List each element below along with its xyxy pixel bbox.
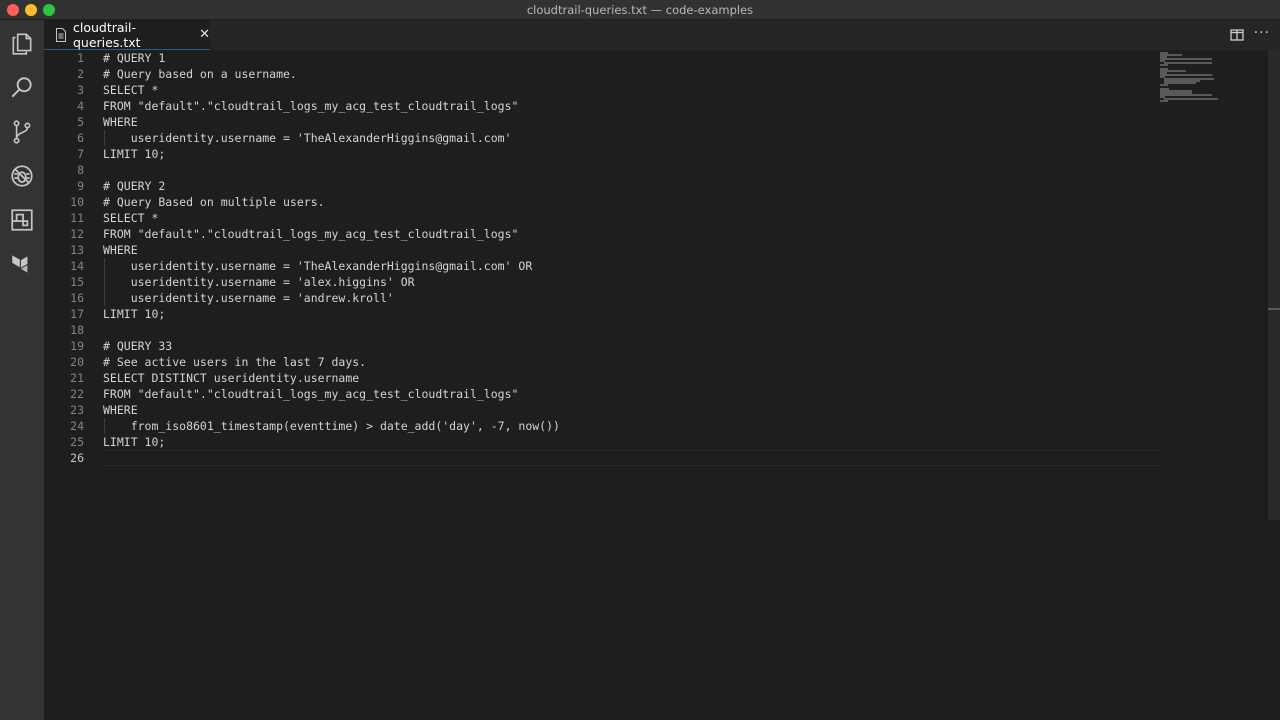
code-line[interactable]: LIMIT 10; <box>103 146 165 162</box>
line-number: 23 <box>70 403 84 417</box>
line-number: 5 <box>77 115 84 129</box>
code-line[interactable]: useridentity.username = 'TheAlexanderHig… <box>103 130 512 146</box>
source-control-icon[interactable] <box>8 118 36 146</box>
code-line[interactable]: SELECT DISTINCT useridentity.username <box>103 370 359 386</box>
code-line[interactable]: # QUERY 1 <box>103 50 165 66</box>
debug-icon[interactable] <box>8 162 36 190</box>
vertical-scrollbar[interactable] <box>1268 50 1280 520</box>
code-line[interactable]: useridentity.username = 'andrew.kroll' <box>103 290 394 306</box>
indent-guide <box>104 258 105 274</box>
title-bar: cloudtrail-queries.txt — code-examples <box>0 0 1280 20</box>
vscode-window: cloudtrail-queries.txt — code-examples c… <box>0 0 1280 720</box>
line-number: 19 <box>70 339 84 353</box>
indent-guide <box>104 130 105 146</box>
code-line[interactable]: LIMIT 10; <box>103 434 165 450</box>
line-number: 9 <box>77 179 84 193</box>
split-editor-icon[interactable] <box>1230 28 1244 42</box>
code-line[interactable]: FROM "default"."cloudtrail_logs_my_acg_t… <box>103 386 518 402</box>
line-number: 10 <box>70 195 84 209</box>
minimap[interactable] <box>1160 50 1266 150</box>
line-number: 25 <box>70 435 84 449</box>
line-number: 2 <box>77 67 84 81</box>
search-icon[interactable] <box>8 74 36 102</box>
code-line[interactable]: WHERE <box>103 114 138 130</box>
extensions-icon[interactable] <box>8 206 36 234</box>
code-line[interactable]: WHERE <box>103 242 138 258</box>
line-number: 26 <box>70 451 84 465</box>
code-line[interactable]: # Query based on a username. <box>103 66 297 82</box>
line-number: 24 <box>70 419 84 433</box>
tab-label: cloudtrail-queries.txt <box>73 19 141 50</box>
code-editor[interactable]: 1 2 3 4 5 6 7 8 9 10 11 12 13 14 15 16 17 18 19 20 21 22 23 24 2… <box>44 50 1280 720</box>
terraform-icon[interactable] <box>8 250 36 278</box>
scrollbar-position-marker <box>1268 308 1280 310</box>
line-number: 17 <box>70 307 84 321</box>
line-number: 1 <box>77 51 84 65</box>
line-number: 16 <box>70 291 84 305</box>
close-tab-icon[interactable]: ✕ <box>199 28 210 41</box>
code-line[interactable]: FROM "default"."cloudtrail_logs_my_acg_t… <box>103 98 518 114</box>
code-line[interactable]: useridentity.username = 'alex.higgins' O… <box>103 274 415 290</box>
indent-guide <box>104 274 105 290</box>
code-line[interactable]: useridentity.username = 'TheAlexanderHig… <box>103 258 533 274</box>
line-number: 22 <box>70 387 84 401</box>
code-line[interactable]: SELECT * <box>103 210 158 226</box>
more-actions-icon[interactable]: ··· <box>1254 25 1270 41</box>
code-line[interactable]: SELECT * <box>103 82 158 98</box>
code-line[interactable]: WHERE <box>103 402 138 418</box>
line-number: 20 <box>70 355 84 369</box>
line-number: 21 <box>70 371 84 385</box>
text-file-icon <box>55 27 67 42</box>
line-number: 18 <box>70 323 84 337</box>
line-number: 6 <box>77 131 84 145</box>
line-number: 7 <box>77 147 84 161</box>
indent-guide <box>104 418 105 434</box>
activity-bar <box>0 20 44 720</box>
code-line[interactable]: LIMIT 10; <box>103 306 165 322</box>
code-line[interactable]: # See active users in the last 7 days. <box>103 354 366 370</box>
tab-cloudtrail-queries[interactable]: cloudtrail-queries.txt ✕ <box>44 20 210 50</box>
line-number: 15 <box>70 275 84 289</box>
current-line-highlight <box>100 450 1160 466</box>
line-number: 3 <box>77 83 84 97</box>
explorer-icon[interactable] <box>8 30 36 58</box>
code-line[interactable]: # Query Based on multiple users. <box>103 194 325 210</box>
code-line[interactable]: FROM "default"."cloudtrail_logs_my_acg_t… <box>103 226 518 242</box>
line-number: 12 <box>70 227 84 241</box>
code-line[interactable]: from_iso8601_timestamp(eventtime) > date… <box>103 418 560 434</box>
line-number: 11 <box>70 211 84 225</box>
window-title: cloudtrail-queries.txt — code-examples <box>526 3 754 17</box>
line-number: 13 <box>70 243 84 257</box>
indent-guide <box>104 290 105 306</box>
code-line[interactable]: # QUERY 2 <box>103 178 165 194</box>
line-number: 8 <box>77 163 84 177</box>
code-line[interactable]: # QUERY 33 <box>103 338 172 354</box>
tab-bar: cloudtrail-queries.txt ✕ ··· <box>44 20 1280 50</box>
line-number: 4 <box>77 99 84 113</box>
line-number: 14 <box>70 259 84 273</box>
